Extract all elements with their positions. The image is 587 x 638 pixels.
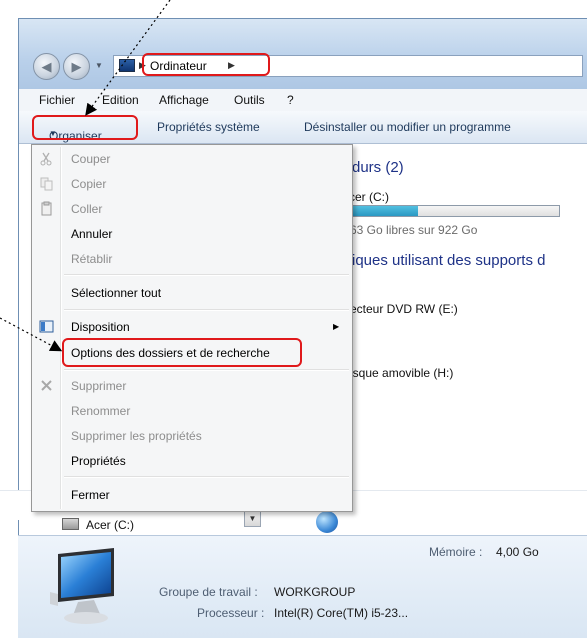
menu-bar: Fichier Edition Affichage Outils ? <box>19 89 587 112</box>
back-button[interactable]: ◀ <box>33 53 60 80</box>
forward-button[interactable]: ▶ <box>63 53 90 80</box>
menu-item-retablir[interactable]: Rétablir <box>32 247 352 271</box>
menu-outils[interactable]: Outils <box>234 93 265 107</box>
menu-fichier[interactable]: Fichier <box>39 93 75 107</box>
drive-c-free-space: 63 Go libres sur 922 Go <box>350 223 478 237</box>
memoire-value: 4,00 Go <box>496 545 539 559</box>
computer-monitor-icon <box>50 548 114 624</box>
menu-label-coller: Coller <box>71 202 103 216</box>
menu-edition[interactable]: Edition <box>102 93 139 107</box>
memoire-label: Mémoire : <box>429 545 483 559</box>
delete-x-icon <box>41 380 52 391</box>
menu-item-proprietes[interactable]: Propriétés <box>32 449 352 473</box>
proprietes-systeme-button[interactable]: Propriétés système <box>157 120 260 134</box>
menu-label-copier: Copier <box>71 177 107 191</box>
drive-dvd-label[interactable]: ecteur DVD RW (E:) <box>350 302 458 316</box>
menu-item-renommer[interactable]: Renommer <box>32 399 352 423</box>
recent-pages-dropdown[interactable]: ▼ <box>95 61 103 70</box>
copy-icon <box>40 177 53 191</box>
menu-label-supprimer-proprietes: Supprimer les propriétés <box>71 429 202 443</box>
drive-removable-label[interactable]: isque amovible (H:) <box>350 366 453 380</box>
menu-item-coller[interactable]: Coller <box>32 197 352 221</box>
highlight-options-dossiers <box>62 338 302 367</box>
menu-separator <box>64 476 349 478</box>
nav-item-acer[interactable]: Acer (C:) <box>86 518 134 532</box>
menu-item-fermer[interactable]: Fermer <box>32 483 352 507</box>
menu-item-couper[interactable]: Couper <box>32 147 352 171</box>
menu-affichage[interactable]: Affichage <box>159 93 209 107</box>
menu-item-selectionner-tout[interactable]: Sélectionner tout <box>32 281 352 305</box>
clipboard-icon <box>41 201 52 216</box>
menu-label-selectionner-tout: Sélectionner tout <box>71 286 162 300</box>
menu-item-copier[interactable]: Copier <box>32 172 352 196</box>
title-bar: ◀ ▶ ▼ ▶ Ordinateur ▶ <box>19 19 587 89</box>
drive-c-label[interactable]: cer (C:) <box>349 190 389 204</box>
drive-c-usage-fill <box>349 206 419 216</box>
computer-icon <box>119 59 135 72</box>
processeur-value: Intel(R) Core(TM) i5-23... <box>274 606 409 620</box>
menu-item-supprimer-proprietes[interactable]: Supprimer les propriétés <box>32 424 352 448</box>
highlight-address-crumb <box>142 53 270 76</box>
drive-c-usage-bar <box>348 205 560 217</box>
layout-icon <box>39 320 54 333</box>
menu-label-renommer: Renommer <box>71 404 131 418</box>
network-icon <box>316 511 338 533</box>
highlight-organiser <box>32 115 138 140</box>
menu-label-supprimer: Supprimer <box>71 379 127 393</box>
menu-separator <box>64 309 349 311</box>
organiser-menu: Couper Copier Coller Annuler Rétablir Sé… <box>31 144 353 512</box>
drive-icon <box>62 518 79 530</box>
scissors-icon <box>40 152 52 166</box>
desinstaller-button[interactable]: Désinstaller ou modifier un programme <box>304 120 511 134</box>
menu-label-fermer: Fermer <box>71 488 110 502</box>
menu-label-proprietes: Propriétés <box>71 454 126 468</box>
menu-item-supprimer[interactable]: Supprimer <box>32 374 352 398</box>
groupe-label: Groupe de travail : <box>159 585 258 599</box>
processeur-label: Processeur : <box>197 606 265 620</box>
section-removable-title[interactable]: iques utilisant des supports d <box>352 252 545 269</box>
submenu-arrow-icon: ▶ <box>333 322 340 331</box>
menu-label-annuler: Annuler <box>71 227 113 241</box>
menu-separator <box>64 274 349 276</box>
scroll-down-button[interactable]: ▼ <box>244 511 261 527</box>
menu-item-disposition[interactable]: Disposition ▶ <box>32 315 352 339</box>
menu-item-annuler[interactable]: Annuler <box>32 222 352 246</box>
groupe-value: WORKGROUP <box>274 585 356 599</box>
section-drives-title[interactable]: durs (2) <box>352 159 404 176</box>
menu-label-retablir: Rétablir <box>71 252 113 266</box>
menu-label-couper: Couper <box>71 152 111 166</box>
menu-separator <box>64 369 349 371</box>
menu-label-disposition: Disposition <box>71 320 130 334</box>
menu-help[interactable]: ? <box>287 93 294 107</box>
